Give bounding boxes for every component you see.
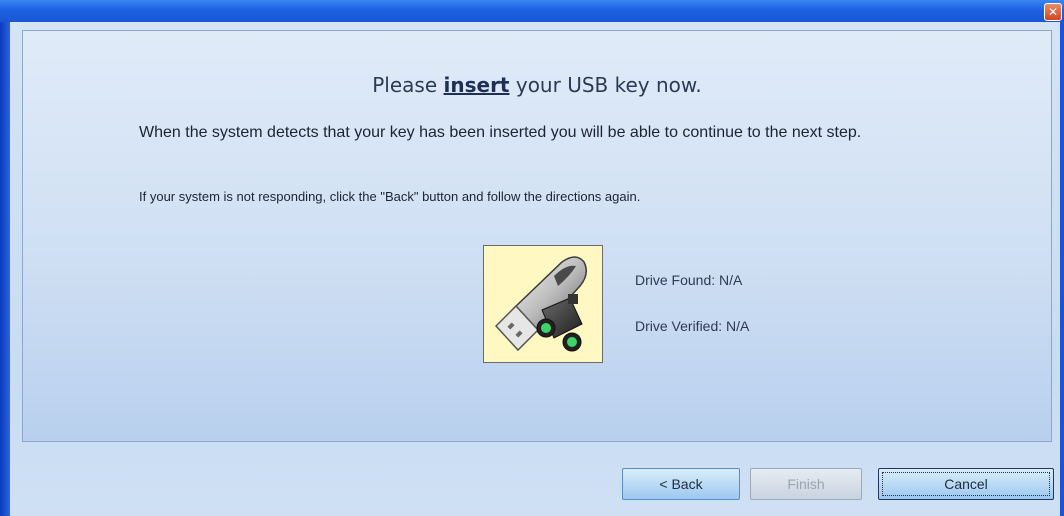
usb-key-icon <box>483 245 603 363</box>
instruction-text: When the system detects that your key ha… <box>139 124 862 141</box>
finish-button[interactable]: Finish <box>750 468 862 500</box>
title-suffix: your USB key now. <box>515 73 702 97</box>
window-frame-right <box>1060 22 1064 516</box>
drive-found-status: Drive Found: N/A <box>635 272 743 288</box>
hint-text: If your system is not responding, click … <box>139 189 641 204</box>
title-keyword: insert <box>443 73 510 97</box>
page-title: Please insert your USB key now. <box>23 73 1051 97</box>
close-icon: ✕ <box>1047 5 1059 19</box>
back-button[interactable]: < Back <box>622 468 740 500</box>
drive-verified-status: Drive Verified: N/A <box>635 318 750 334</box>
window-frame-left <box>0 22 10 516</box>
close-button[interactable]: ✕ <box>1044 3 1062 21</box>
title-bar: ✕ <box>0 0 1064 22</box>
title-prefix: Please <box>372 73 438 97</box>
cancel-button[interactable]: Cancel <box>878 468 1054 500</box>
content-panel: Please insert your USB key now. When the… <box>22 30 1052 442</box>
wizard-dialog: Please insert your USB key now. When the… <box>10 22 1060 516</box>
cancel-label: Cancel <box>944 476 988 492</box>
